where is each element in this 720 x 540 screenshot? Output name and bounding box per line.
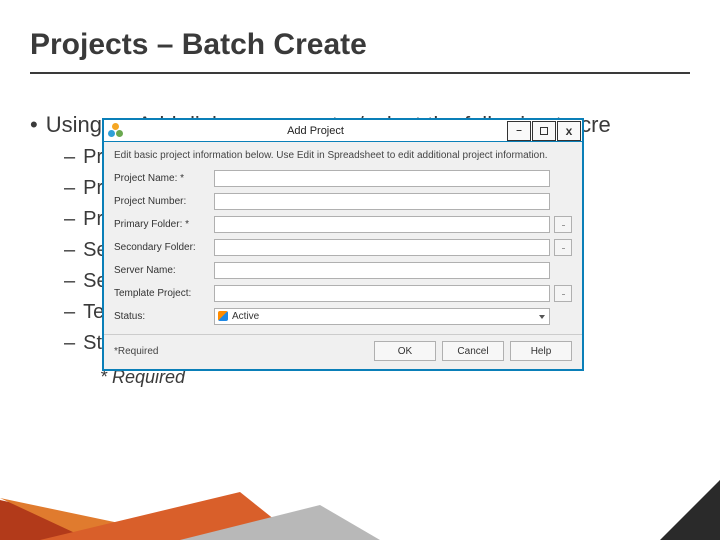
row-project-name: Project Name: * [114, 169, 572, 187]
help-button[interactable]: Help [510, 341, 572, 361]
status-dropdown[interactable]: Active [214, 308, 550, 325]
bullet-dot: • [30, 110, 38, 140]
browse-primary-button[interactable]: ... [554, 216, 572, 233]
label-server-name: Server Name: [114, 265, 214, 276]
window-buttons: – x [507, 120, 582, 141]
label-secondary-folder: Secondary Folder: [114, 242, 214, 253]
browse-secondary-button[interactable]: ... [554, 239, 572, 256]
minimize-button[interactable]: – [507, 121, 531, 141]
label-project-number: Project Number: [114, 196, 214, 207]
dialog-titlebar[interactable]: Add Project – x [104, 120, 582, 142]
row-primary-folder: Primary Folder: * ... [114, 215, 572, 233]
server-name-input[interactable] [214, 262, 550, 279]
title-rule [30, 72, 690, 74]
cancel-button[interactable]: Cancel [442, 341, 504, 361]
ok-button[interactable]: OK [374, 341, 436, 361]
footer-decoration [0, 480, 720, 540]
dialog-instruction: Edit basic project information below. Us… [114, 150, 572, 161]
label-primary-folder: Primary Folder: * [114, 219, 214, 230]
project-name-input[interactable] [214, 170, 550, 187]
row-secondary-folder: Secondary Folder: ... [114, 238, 572, 256]
project-number-input[interactable] [214, 193, 550, 210]
app-icon [108, 123, 124, 139]
page-title: Projects – Batch Create [30, 28, 367, 62]
close-button[interactable]: x [557, 121, 581, 141]
slide: Projects – Batch Create • Using an Add d… [0, 0, 720, 540]
browse-template-button[interactable]: ... [554, 285, 572, 302]
maximize-button[interactable] [532, 121, 556, 141]
status-icon [218, 311, 228, 321]
row-server-name: Server Name: [114, 261, 572, 279]
status-value: Active [232, 311, 259, 322]
maximize-icon [540, 127, 548, 135]
row-template-project: Template Project: ... [114, 284, 572, 302]
add-project-dialog: Add Project – x Edit basic project infor… [102, 118, 584, 371]
required-label: *Required [114, 346, 158, 357]
label-template-project: Template Project: [114, 288, 214, 299]
dialog-footer: *Required OK Cancel Help [104, 334, 582, 369]
secondary-folder-input[interactable] [214, 239, 550, 256]
label-status: Status: [114, 311, 214, 322]
row-project-number: Project Number: [114, 192, 572, 210]
template-project-input[interactable] [214, 285, 550, 302]
row-status: Status: Active [114, 307, 572, 325]
primary-folder-input[interactable] [214, 216, 550, 233]
dialog-title: Add Project [124, 125, 507, 137]
label-project-name: Project Name: * [114, 173, 214, 184]
dialog-body: Edit basic project information below. Us… [104, 142, 582, 334]
